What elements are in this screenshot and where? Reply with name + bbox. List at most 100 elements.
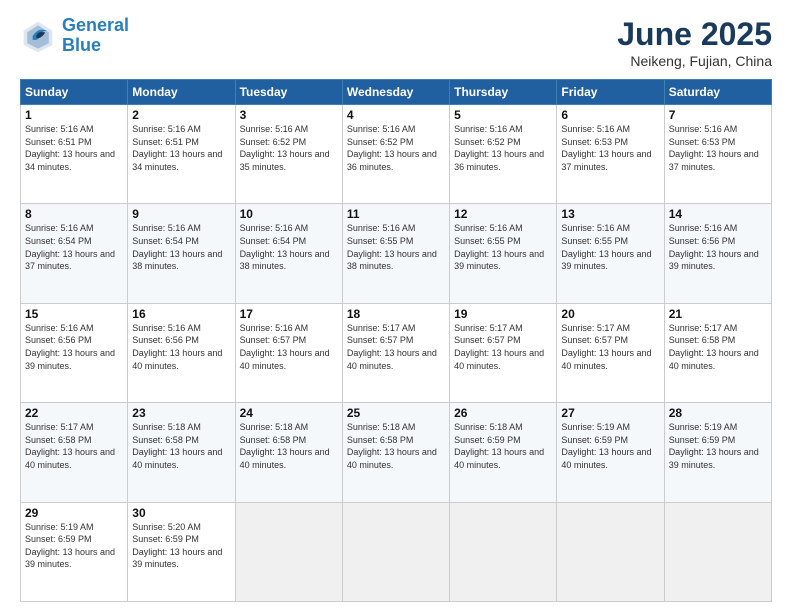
day-number: 3 [240, 108, 338, 122]
day-info: Sunrise: 5:16 AMSunset: 6:51 PMDaylight:… [25, 123, 123, 173]
logo-icon [20, 18, 56, 54]
col-thursday: Thursday [450, 80, 557, 105]
calendar-cell [342, 502, 449, 601]
calendar-table: Sunday Monday Tuesday Wednesday Thursday… [20, 79, 772, 602]
day-info: Sunrise: 5:16 AMSunset: 6:56 PMDaylight:… [25, 322, 123, 372]
calendar-cell: 11Sunrise: 5:16 AMSunset: 6:55 PMDayligh… [342, 204, 449, 303]
day-number: 4 [347, 108, 445, 122]
day-info: Sunrise: 5:16 AMSunset: 6:56 PMDaylight:… [132, 322, 230, 372]
calendar-cell: 13Sunrise: 5:16 AMSunset: 6:55 PMDayligh… [557, 204, 664, 303]
logo-line1: General [62, 16, 129, 36]
day-number: 10 [240, 207, 338, 221]
day-info: Sunrise: 5:16 AMSunset: 6:54 PMDaylight:… [132, 222, 230, 272]
day-info: Sunrise: 5:17 AMSunset: 6:57 PMDaylight:… [561, 322, 659, 372]
page: General Blue June 2025 Neikeng, Fujian, … [0, 0, 792, 612]
day-info: Sunrise: 5:18 AMSunset: 6:58 PMDaylight:… [347, 421, 445, 471]
calendar-cell: 6Sunrise: 5:16 AMSunset: 6:53 PMDaylight… [557, 105, 664, 204]
calendar-cell: 4Sunrise: 5:16 AMSunset: 6:52 PMDaylight… [342, 105, 449, 204]
day-number: 28 [669, 406, 767, 420]
calendar-cell [450, 502, 557, 601]
calendar-cell: 7Sunrise: 5:16 AMSunset: 6:53 PMDaylight… [664, 105, 771, 204]
logo-line2: Blue [62, 36, 129, 56]
calendar-cell: 25Sunrise: 5:18 AMSunset: 6:58 PMDayligh… [342, 403, 449, 502]
logo-text: General Blue [62, 16, 129, 56]
calendar-cell: 8Sunrise: 5:16 AMSunset: 6:54 PMDaylight… [21, 204, 128, 303]
day-number: 20 [561, 307, 659, 321]
day-info: Sunrise: 5:17 AMSunset: 6:57 PMDaylight:… [454, 322, 552, 372]
day-info: Sunrise: 5:18 AMSunset: 6:58 PMDaylight:… [240, 421, 338, 471]
calendar-row: 22Sunrise: 5:17 AMSunset: 6:58 PMDayligh… [21, 403, 772, 502]
calendar-cell: 9Sunrise: 5:16 AMSunset: 6:54 PMDaylight… [128, 204, 235, 303]
calendar-cell: 3Sunrise: 5:16 AMSunset: 6:52 PMDaylight… [235, 105, 342, 204]
day-info: Sunrise: 5:16 AMSunset: 6:51 PMDaylight:… [132, 123, 230, 173]
day-number: 19 [454, 307, 552, 321]
day-number: 11 [347, 207, 445, 221]
day-number: 29 [25, 506, 123, 520]
calendar-row: 8Sunrise: 5:16 AMSunset: 6:54 PMDaylight… [21, 204, 772, 303]
col-monday: Monday [128, 80, 235, 105]
day-info: Sunrise: 5:16 AMSunset: 6:54 PMDaylight:… [240, 222, 338, 272]
day-number: 14 [669, 207, 767, 221]
day-number: 24 [240, 406, 338, 420]
col-saturday: Saturday [664, 80, 771, 105]
calendar-cell: 1Sunrise: 5:16 AMSunset: 6:51 PMDaylight… [21, 105, 128, 204]
day-number: 15 [25, 307, 123, 321]
day-info: Sunrise: 5:20 AMSunset: 6:59 PMDaylight:… [132, 521, 230, 571]
day-number: 22 [25, 406, 123, 420]
day-number: 7 [669, 108, 767, 122]
calendar-cell: 5Sunrise: 5:16 AMSunset: 6:52 PMDaylight… [450, 105, 557, 204]
day-info: Sunrise: 5:16 AMSunset: 6:55 PMDaylight:… [347, 222, 445, 272]
calendar-cell [664, 502, 771, 601]
day-number: 23 [132, 406, 230, 420]
calendar-cell: 10Sunrise: 5:16 AMSunset: 6:54 PMDayligh… [235, 204, 342, 303]
day-info: Sunrise: 5:16 AMSunset: 6:56 PMDaylight:… [669, 222, 767, 272]
calendar-cell: 28Sunrise: 5:19 AMSunset: 6:59 PMDayligh… [664, 403, 771, 502]
calendar-cell: 2Sunrise: 5:16 AMSunset: 6:51 PMDaylight… [128, 105, 235, 204]
day-info: Sunrise: 5:16 AMSunset: 6:54 PMDaylight:… [25, 222, 123, 272]
col-friday: Friday [557, 80, 664, 105]
day-number: 12 [454, 207, 552, 221]
day-info: Sunrise: 5:16 AMSunset: 6:53 PMDaylight:… [669, 123, 767, 173]
day-info: Sunrise: 5:17 AMSunset: 6:58 PMDaylight:… [669, 322, 767, 372]
calendar-row: 1Sunrise: 5:16 AMSunset: 6:51 PMDaylight… [21, 105, 772, 204]
day-info: Sunrise: 5:19 AMSunset: 6:59 PMDaylight:… [561, 421, 659, 471]
logo: General Blue [20, 16, 129, 56]
calendar-cell: 24Sunrise: 5:18 AMSunset: 6:58 PMDayligh… [235, 403, 342, 502]
day-number: 27 [561, 406, 659, 420]
calendar-cell: 21Sunrise: 5:17 AMSunset: 6:58 PMDayligh… [664, 303, 771, 402]
location: Neikeng, Fujian, China [617, 53, 772, 69]
day-info: Sunrise: 5:16 AMSunset: 6:55 PMDaylight:… [454, 222, 552, 272]
day-info: Sunrise: 5:16 AMSunset: 6:52 PMDaylight:… [347, 123, 445, 173]
calendar-cell: 18Sunrise: 5:17 AMSunset: 6:57 PMDayligh… [342, 303, 449, 402]
header: General Blue June 2025 Neikeng, Fujian, … [20, 16, 772, 69]
day-number: 6 [561, 108, 659, 122]
day-info: Sunrise: 5:16 AMSunset: 6:52 PMDaylight:… [240, 123, 338, 173]
day-number: 17 [240, 307, 338, 321]
col-sunday: Sunday [21, 80, 128, 105]
calendar-cell: 15Sunrise: 5:16 AMSunset: 6:56 PMDayligh… [21, 303, 128, 402]
calendar-cell [557, 502, 664, 601]
day-info: Sunrise: 5:18 AMSunset: 6:59 PMDaylight:… [454, 421, 552, 471]
day-number: 5 [454, 108, 552, 122]
calendar-cell [235, 502, 342, 601]
day-info: Sunrise: 5:19 AMSunset: 6:59 PMDaylight:… [25, 521, 123, 571]
calendar-cell: 20Sunrise: 5:17 AMSunset: 6:57 PMDayligh… [557, 303, 664, 402]
day-number: 21 [669, 307, 767, 321]
day-info: Sunrise: 5:16 AMSunset: 6:57 PMDaylight:… [240, 322, 338, 372]
day-number: 2 [132, 108, 230, 122]
calendar-cell: 12Sunrise: 5:16 AMSunset: 6:55 PMDayligh… [450, 204, 557, 303]
day-info: Sunrise: 5:17 AMSunset: 6:58 PMDaylight:… [25, 421, 123, 471]
day-number: 9 [132, 207, 230, 221]
day-number: 26 [454, 406, 552, 420]
calendar-cell: 27Sunrise: 5:19 AMSunset: 6:59 PMDayligh… [557, 403, 664, 502]
day-number: 1 [25, 108, 123, 122]
calendar-row: 15Sunrise: 5:16 AMSunset: 6:56 PMDayligh… [21, 303, 772, 402]
calendar-cell: 14Sunrise: 5:16 AMSunset: 6:56 PMDayligh… [664, 204, 771, 303]
day-number: 8 [25, 207, 123, 221]
calendar-row: 29Sunrise: 5:19 AMSunset: 6:59 PMDayligh… [21, 502, 772, 601]
day-number: 16 [132, 307, 230, 321]
calendar-cell: 22Sunrise: 5:17 AMSunset: 6:58 PMDayligh… [21, 403, 128, 502]
col-tuesday: Tuesday [235, 80, 342, 105]
calendar-cell: 17Sunrise: 5:16 AMSunset: 6:57 PMDayligh… [235, 303, 342, 402]
day-number: 18 [347, 307, 445, 321]
